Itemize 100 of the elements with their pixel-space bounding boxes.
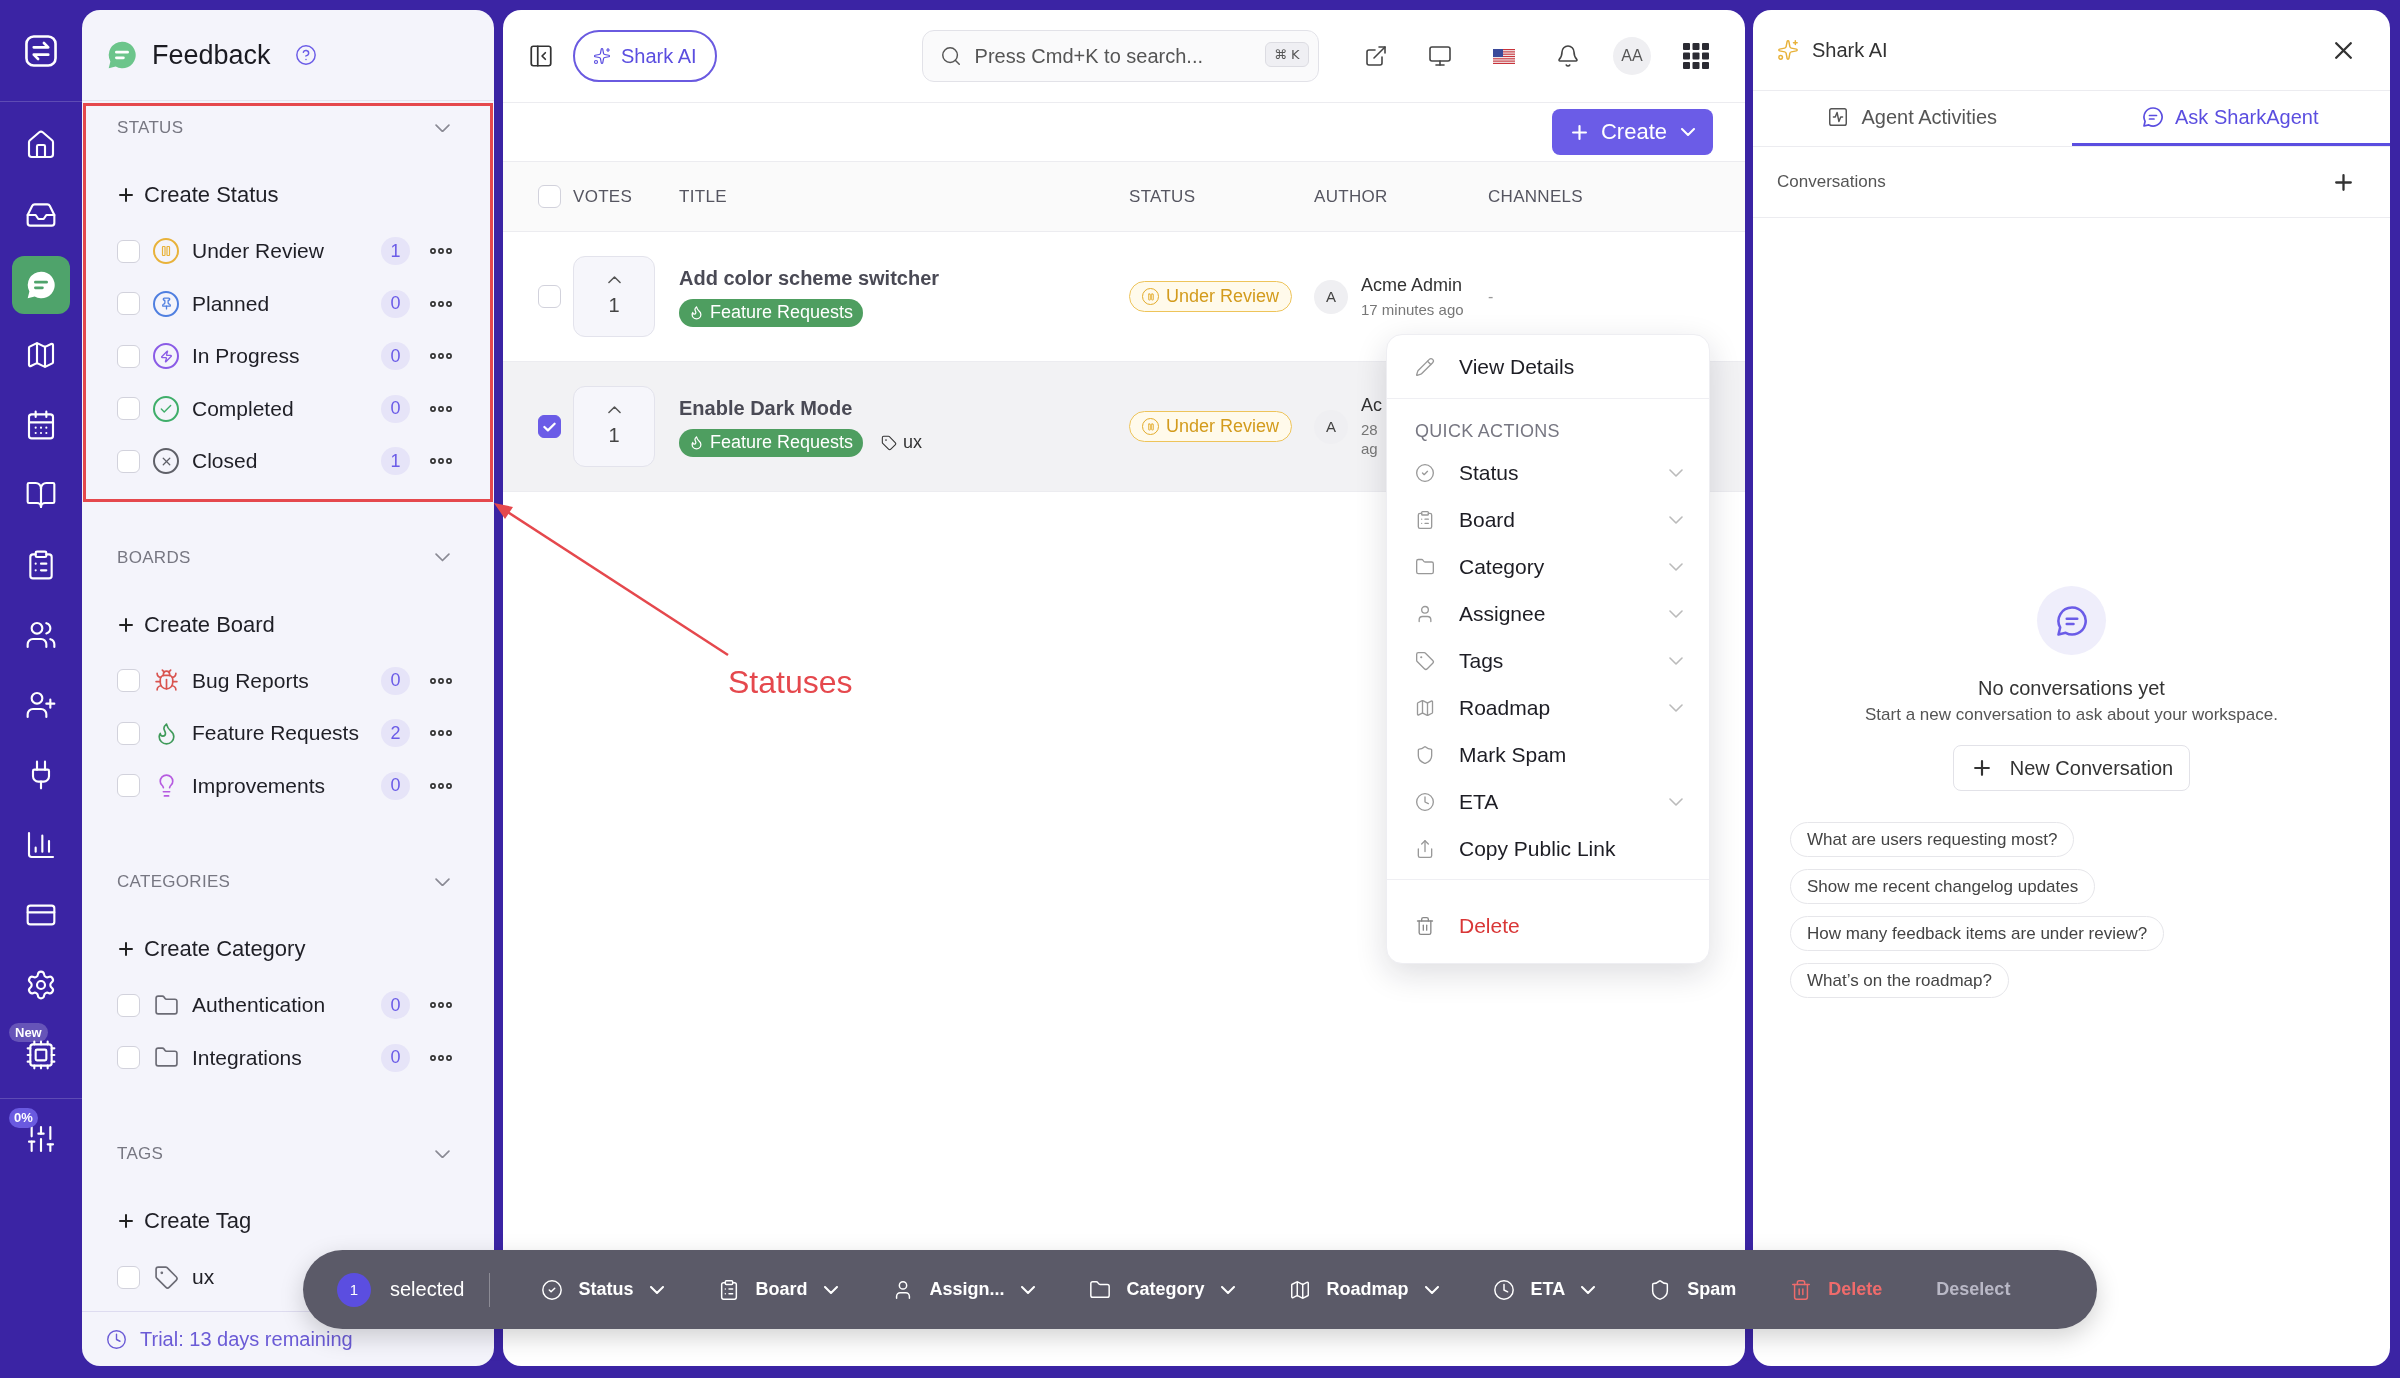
create-button[interactable]: Create Tag [117, 1196, 252, 1246]
more-icon[interactable] [430, 730, 452, 737]
user-avatar[interactable]: AA [1613, 37, 1651, 75]
feedback-title[interactable]: Add color scheme switcher [679, 266, 940, 290]
chip-icon[interactable] [25, 1039, 57, 1071]
apps-grid-icon[interactable] [1683, 43, 1709, 69]
plus-icon [119, 617, 133, 632]
book-icon[interactable] [25, 479, 57, 511]
flag-icon[interactable] [1493, 48, 1515, 64]
close-icon[interactable] [2335, 41, 2352, 59]
user-plus-icon[interactable] [25, 689, 57, 721]
create-button[interactable]: Create Category [117, 924, 306, 974]
users-icon[interactable] [25, 619, 57, 651]
chevron-down-icon[interactable] [435, 553, 450, 562]
create-button[interactable]: Create Status [117, 170, 279, 220]
pencil-icon [1415, 356, 1435, 377]
more-icon[interactable] [430, 1002, 452, 1009]
chevron-up-icon [607, 406, 621, 414]
item-label[interactable]: Planned [192, 291, 270, 316]
post-time: 17 minutes ago [1361, 299, 1464, 319]
tab[interactable]: Agent Activities [1753, 91, 2072, 146]
suggestion-chip[interactable]: What are users requesting most? [1790, 822, 2075, 857]
item-label[interactable]: ux [192, 1265, 215, 1290]
bell-icon[interactable] [1556, 44, 1580, 68]
chat-icon [108, 41, 136, 69]
plus-icon[interactable] [2335, 173, 2352, 191]
item-label[interactable]: Closed [192, 449, 258, 474]
help-icon[interactable] [294, 44, 317, 66]
vote-button[interactable]: 1 [573, 386, 655, 467]
chevron-down-icon[interactable] [435, 877, 450, 887]
bulk-action-button[interactable]: ETA [1492, 1278, 1596, 1301]
tag-label: ux [903, 432, 923, 453]
bulk-action-button[interactable]: Spam [1649, 1278, 1737, 1301]
suggestion-chip[interactable]: What’s on the roadmap? [1790, 963, 2009, 998]
page-title: Feedback [152, 39, 271, 71]
item-label[interactable]: Authentication [192, 993, 326, 1018]
item-label[interactable]: Under Review [192, 239, 324, 264]
bulk-action-button[interactable]: Status [540, 1278, 664, 1301]
sliders-icon[interactable] [25, 1123, 57, 1155]
count-badge: 0 [381, 342, 410, 371]
menu-item[interactable]: Board [1405, 496, 1691, 543]
nav-button[interactable] [12, 256, 70, 314]
post-time: 28 ag [1361, 420, 1378, 458]
suggestion-chip[interactable]: Show me recent changelog updates [1790, 869, 2096, 904]
map-icon[interactable] [25, 339, 57, 371]
menu-item[interactable]: Category [1405, 543, 1691, 590]
more-icon[interactable] [430, 677, 452, 684]
create-button[interactable]: Create [1551, 109, 1713, 155]
more-icon[interactable] [430, 300, 452, 307]
channel-cell: - [1488, 287, 1494, 306]
activity-icon [1827, 106, 1850, 128]
item-label[interactable]: Improvements [192, 773, 326, 798]
bulk-action-button[interactable]: Assign... [891, 1278, 1035, 1301]
more-icon[interactable] [430, 248, 452, 255]
chevron-down-icon[interactable] [435, 123, 450, 133]
new-conversation-button[interactable]: New Conversation [1952, 745, 2191, 791]
chevron-down-icon[interactable] [435, 1149, 450, 1159]
item-label[interactable]: Integrations [192, 1045, 302, 1070]
delete-menu-item[interactable]: Delete [1405, 902, 1691, 949]
more-icon[interactable] [430, 782, 452, 789]
bar-chart-icon[interactable] [25, 829, 57, 861]
bulk-action-button[interactable]: Category [1088, 1278, 1235, 1301]
item-label[interactable]: Bug Reports [192, 668, 309, 693]
column-header: STATUS [1129, 186, 1196, 207]
calendar-icon[interactable] [25, 409, 57, 441]
menu-item[interactable]: Roadmap [1405, 684, 1691, 731]
menu-item[interactable]: Copy Public Link [1405, 825, 1691, 872]
more-icon[interactable] [430, 405, 452, 412]
sidebar-toggle-icon[interactable] [528, 43, 554, 69]
external-link-icon[interactable] [1364, 44, 1388, 68]
menu-item[interactable]: Tags [1405, 637, 1691, 684]
trial-notice[interactable]: Trial: 13 days remaining [140, 1327, 353, 1351]
settings-icon[interactable] [25, 969, 57, 1001]
check-circle-icon [540, 1278, 563, 1301]
bulk-action-button[interactable]: Board [717, 1278, 838, 1301]
clock-icon [1415, 791, 1435, 812]
count-badge: 2 [381, 719, 410, 748]
monitor-icon[interactable] [1428, 44, 1452, 68]
flame-icon [689, 435, 704, 450]
more-icon[interactable] [430, 353, 452, 360]
create-button[interactable]: Create Board [117, 599, 275, 650]
more-icon[interactable] [430, 458, 452, 465]
menu-item[interactable]: ETA [1405, 778, 1691, 825]
item-label[interactable]: In Progress [192, 344, 300, 369]
bulk-action-button[interactable]: Roadmap [1288, 1278, 1439, 1301]
home-icon[interactable] [25, 129, 57, 161]
logo-icon[interactable] [25, 34, 57, 67]
menu-item[interactable]: Assignee [1405, 590, 1691, 637]
trash-icon [1415, 915, 1435, 936]
suggestion-chip[interactable]: How many feedback items are under review? [1790, 916, 2165, 951]
more-icon[interactable] [430, 1054, 452, 1061]
checkbox[interactable] [538, 415, 561, 438]
menu-item[interactable]: Mark Spam [1405, 731, 1691, 778]
feedback-title[interactable]: Enable Dark Mode [679, 396, 853, 420]
count-badge: 0 [381, 394, 410, 423]
vote-button[interactable]: 1 [573, 256, 655, 337]
ai-button[interactable]: Shark AI [573, 30, 717, 82]
item-label[interactable]: Completed [192, 396, 294, 421]
tab[interactable]: Ask SharkAgent [2071, 91, 2390, 146]
item-label[interactable]: Feature Requests [192, 721, 359, 746]
